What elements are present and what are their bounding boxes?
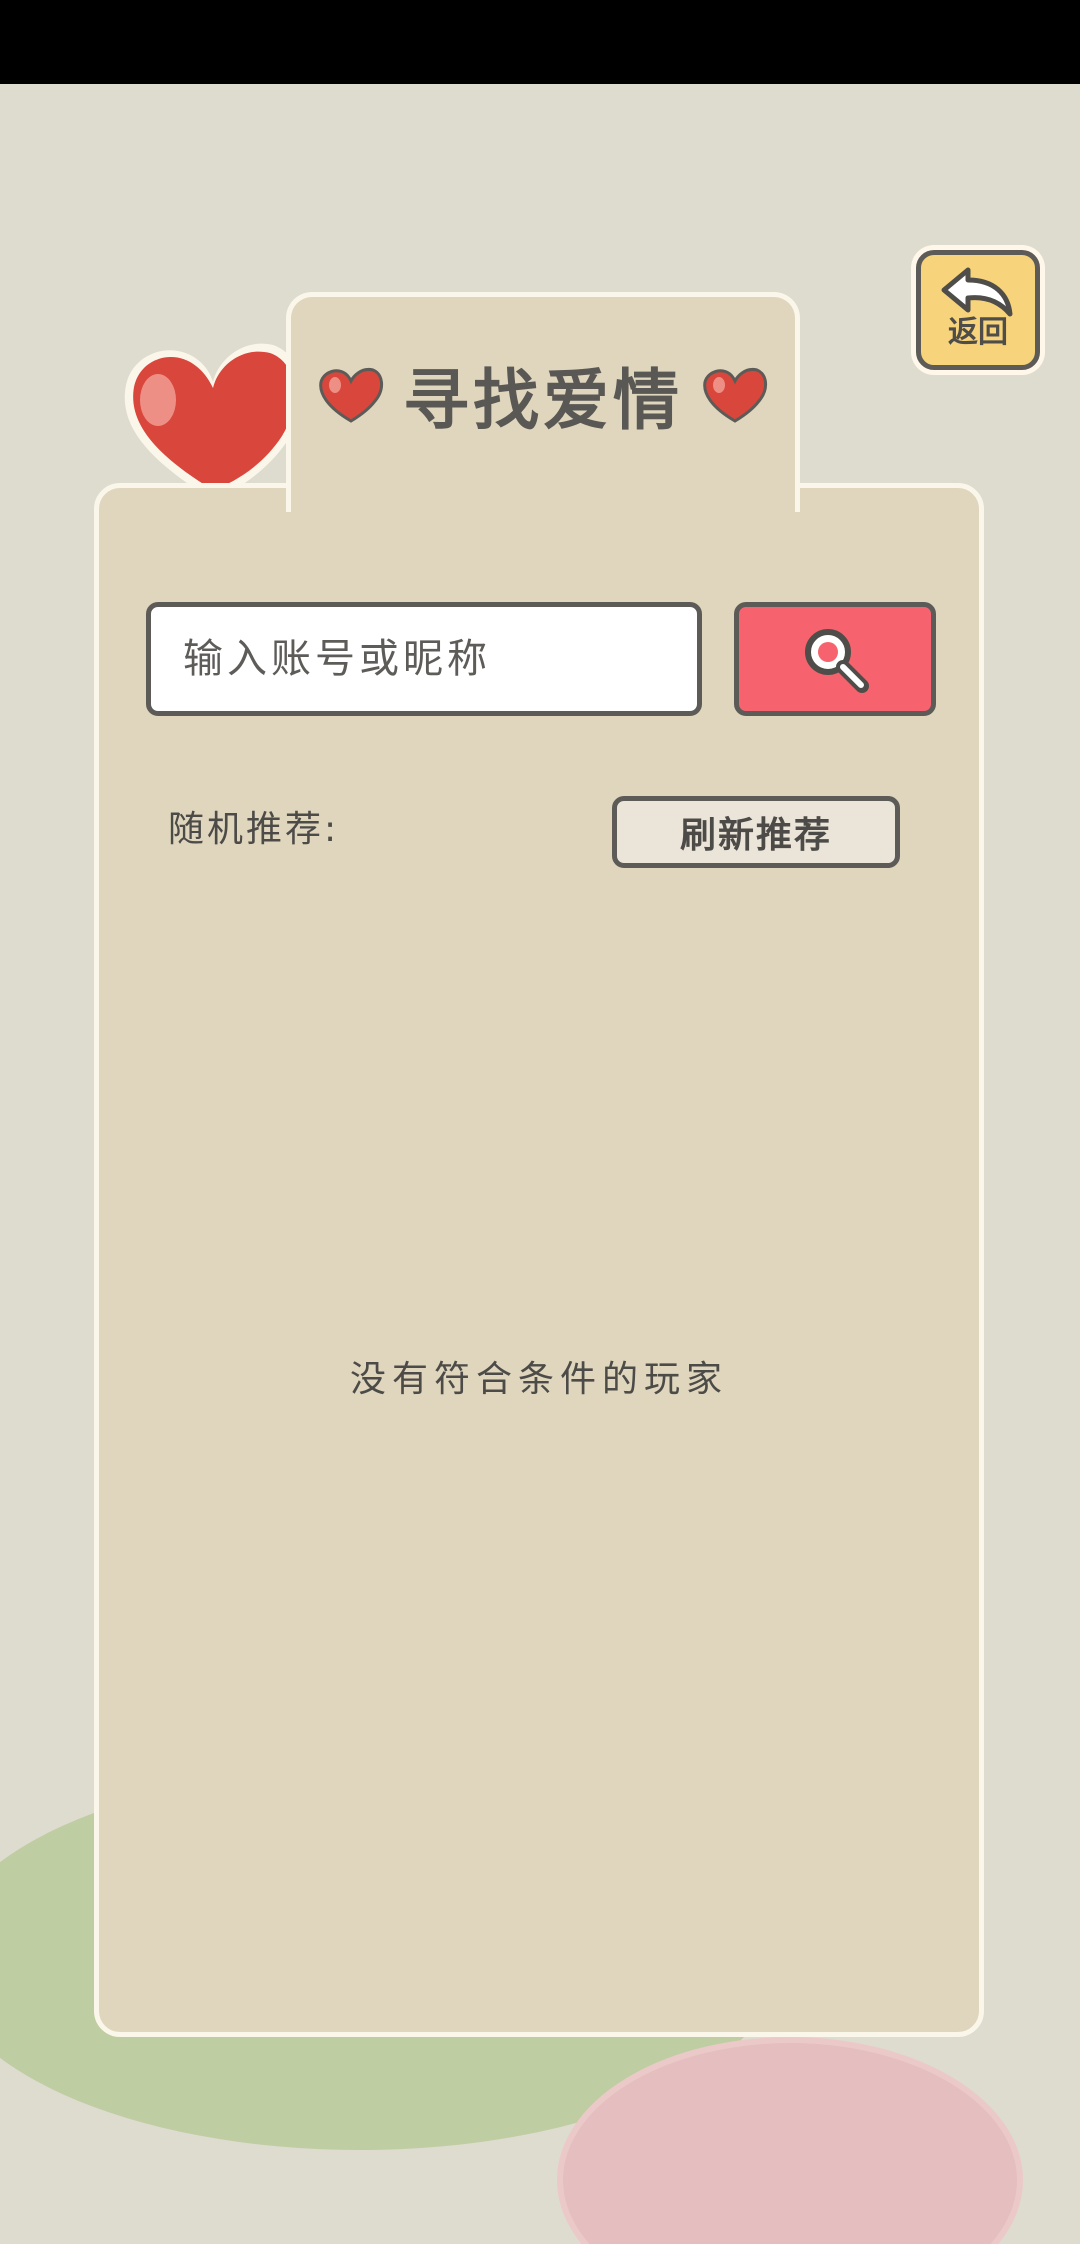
title-row: 寻找爱情 bbox=[286, 340, 800, 450]
search-input[interactable] bbox=[146, 602, 702, 716]
main-panel bbox=[94, 483, 984, 2037]
status-bar bbox=[0, 0, 1080, 84]
recommend-label: 随机推荐: bbox=[168, 809, 340, 850]
back-label: 返回 bbox=[948, 315, 1008, 350]
back-arrow-icon bbox=[941, 267, 1013, 317]
back-button[interactable]: 返回 bbox=[916, 250, 1040, 370]
search-button[interactable] bbox=[734, 602, 936, 716]
empty-results-message: 没有符合条件的玩家 bbox=[349, 1359, 728, 1400]
search-icon bbox=[805, 629, 869, 693]
refresh-recommend-button[interactable]: 刷新推荐 bbox=[612, 796, 900, 868]
heart-icon bbox=[319, 367, 383, 423]
page-title: 寻找爱情 bbox=[403, 362, 683, 439]
tab-joint bbox=[291, 480, 795, 494]
heart-icon bbox=[703, 367, 767, 423]
pink-blob-decoration bbox=[557, 2037, 1023, 2244]
